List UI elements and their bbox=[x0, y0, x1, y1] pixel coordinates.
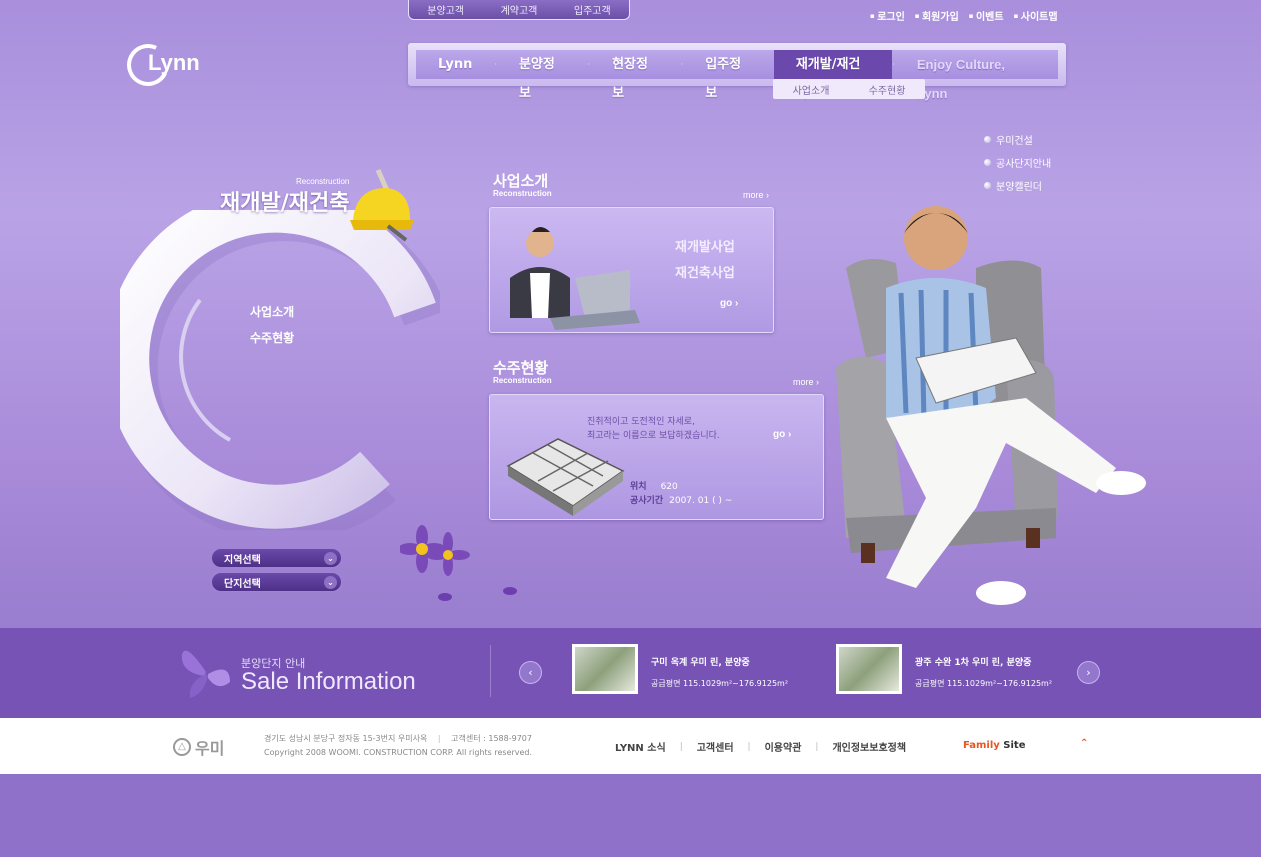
sale-thumb-2[interactable] bbox=[836, 644, 902, 694]
nav-item-sale-info[interactable]: 분양정보 bbox=[497, 50, 588, 101]
model-armchair-image bbox=[836, 206, 1146, 605]
period-label: 공사기간 bbox=[630, 496, 664, 506]
section-business-more-link[interactable]: more › bbox=[743, 190, 769, 200]
footer-brand[interactable]: △ 우미 bbox=[173, 735, 224, 759]
location-label: 위치 bbox=[630, 482, 647, 492]
section-business-subtitle: Reconstruction bbox=[493, 189, 552, 198]
family-site-label-b: Site bbox=[1003, 740, 1026, 751]
section-orders-more-link[interactable]: more › bbox=[793, 377, 819, 387]
orders-slogan-line2: 최고라는 이름으로 보답하겠습니다. bbox=[587, 431, 720, 441]
business-panel[interactable]: 재개발사업 재건축사업 go › bbox=[489, 207, 774, 333]
signup-link[interactable]: 회원가입 bbox=[915, 8, 959, 23]
footer-link-center[interactable]: 고객센터 bbox=[697, 739, 734, 754]
event-link[interactable]: 이벤트 bbox=[969, 8, 1004, 23]
footer-link-privacy[interactable]: 개인정보보호정책 bbox=[832, 739, 906, 754]
login-link[interactable]: 로그인 bbox=[870, 8, 905, 23]
footer-link-terms[interactable]: 이용약관 bbox=[765, 739, 802, 754]
chevron-up-icon[interactable]: ⌃ bbox=[1080, 738, 1088, 749]
item-reconstruction[interactable]: 재건축사업 bbox=[675, 262, 735, 281]
complex-select[interactable]: 단지선택 ⌄ bbox=[211, 572, 342, 592]
region-select[interactable]: 지역선택 ⌄ bbox=[211, 548, 342, 568]
orders-slogan-line1: 진취적이고 도전적인 자세로, bbox=[587, 417, 695, 427]
sale-thumb-1[interactable] bbox=[572, 644, 638, 694]
top-tab-sale[interactable]: 분양고객 bbox=[427, 2, 464, 17]
quick-link-woomi[interactable]: 우미건설 bbox=[984, 132, 1051, 147]
top-tab-resident[interactable]: 입주고객 bbox=[574, 2, 611, 17]
complex-select-label: 단지선택 bbox=[224, 578, 261, 590]
sitemap-link[interactable]: 사이트맵 bbox=[1014, 8, 1058, 23]
orders-panel[interactable]: 진취적이고 도전적인 자세로, 최고라는 이름으로 보답하겠습니다. go › … bbox=[489, 394, 824, 520]
sale-next-button[interactable]: › bbox=[1077, 661, 1100, 684]
nav-item-enjoy-culture[interactable]: Enjoy Culture, Lynn bbox=[895, 50, 1058, 101]
quick-link-complex[interactable]: 공사단지안내 bbox=[984, 155, 1051, 170]
sale-prev-button[interactable]: ‹ bbox=[519, 661, 542, 684]
sale-item-title: 광주 수완 1차 우미 린, 분양중 bbox=[915, 658, 1032, 668]
sale-item-2[interactable]: 광주 수완 1차 우미 린, 분양중 공급평면 115.1029m²~176.9… bbox=[915, 655, 1052, 689]
nav-item-resident-info[interactable]: 입주정보 bbox=[683, 50, 774, 101]
hero-link-orders[interactable]: 수주현황 bbox=[250, 329, 294, 346]
page-title: 재개발/재건축 bbox=[220, 191, 350, 216]
family-site-select[interactable]: Family Site bbox=[963, 740, 1025, 751]
sale-title-english: Sale Information bbox=[241, 668, 416, 695]
sub-nav: 사업소개 수주현황 bbox=[773, 79, 925, 99]
period-row: 공사기간 2007. 01 ( ) ~ bbox=[630, 493, 732, 506]
orders-slogan: 진취적이고 도전적인 자세로, 최고라는 이름으로 보답하겠습니다. bbox=[587, 415, 787, 443]
sale-item-1[interactable]: 구미 옥계 우미 린, 분양중 공급평면 115.1029m²~176.9125… bbox=[651, 655, 788, 689]
man-laptop-image bbox=[510, 227, 640, 330]
footer-address-row: 경기도 성남시 분당구 정자동 15-3번지 우미사옥 | 고객센터 : 158… bbox=[264, 734, 532, 743]
footer-copyright: Copyright 2008 WOOMI. CONSTRUCTION CORP.… bbox=[264, 748, 533, 757]
big-c-graphic bbox=[120, 210, 440, 530]
top-tab-contract[interactable]: 계약고객 bbox=[501, 2, 538, 17]
footer-brand-name: 우미 bbox=[195, 739, 225, 758]
top-tabs: 분양고객 계약고객 입주고객 bbox=[408, 0, 630, 20]
sale-divider bbox=[490, 645, 491, 697]
quick-link-calendar[interactable]: 분양캘린더 bbox=[984, 178, 1051, 193]
section-business-title: 사업소개 bbox=[493, 172, 549, 190]
nav-item-site-info[interactable]: 현장정보 bbox=[590, 50, 681, 101]
footer-customer-center: 고객센터 : 1588-9707 bbox=[451, 734, 532, 743]
sub-nav-orders[interactable]: 수주현황 bbox=[869, 82, 906, 97]
chevron-down-icon: ⌄ bbox=[324, 575, 337, 589]
nav-item-reconstruction[interactable]: 재개발/재건축 bbox=[773, 50, 893, 101]
location-row: 위치 620 bbox=[630, 479, 678, 492]
butterfly-icon bbox=[181, 650, 230, 698]
floor-plan-image bbox=[506, 438, 625, 516]
family-site-label-a: Family bbox=[963, 740, 1000, 751]
flower-icon bbox=[400, 525, 517, 601]
sale-item-detail: 공급평면 115.1029m²~176.9125m² bbox=[915, 679, 1053, 688]
bottom-background bbox=[0, 774, 1261, 857]
region-select-label: 지역선택 bbox=[224, 554, 261, 566]
section-orders-subtitle: Reconstruction bbox=[493, 376, 552, 385]
main-nav: Lynn · 분양정보 · 현장정보 · 입주정보 재개발/재건축 · Enjo… bbox=[408, 43, 1066, 101]
woomi-logo-icon: △ bbox=[173, 738, 191, 756]
section-orders-title: 수주현황 bbox=[493, 359, 549, 377]
orders-go-link[interactable]: go › bbox=[773, 429, 791, 440]
quick-links: 우미건설 공사단지안내 분양캘린더 bbox=[984, 132, 1051, 201]
logo[interactable]: Lynn bbox=[148, 50, 200, 76]
footer-link-news[interactable]: LYNN 소식 bbox=[615, 739, 666, 754]
footer-address: 경기도 성남시 분당구 정자동 15-3번지 우미사옥 bbox=[264, 734, 428, 743]
nav-item-lynn[interactable]: Lynn bbox=[416, 50, 494, 79]
hero-link-business[interactable]: 사업소개 bbox=[250, 303, 294, 320]
sale-item-title: 구미 옥계 우미 린, 분양중 bbox=[651, 658, 750, 668]
hard-hat-icon bbox=[350, 168, 414, 242]
business-go-link[interactable]: go › bbox=[720, 298, 738, 309]
utility-links: 로그인 회원가입 이벤트 사이트맵 bbox=[870, 8, 1058, 23]
sub-nav-business[interactable]: 사업소개 bbox=[793, 82, 830, 97]
item-redevelopment[interactable]: 재개발사업 bbox=[675, 236, 735, 255]
footer-links: LYNN 소식 | 고객센터 | 이용약관 | 개인정보보호정책 bbox=[615, 739, 906, 755]
period-value: 2007. 01 ( ) ~ bbox=[669, 496, 733, 506]
location-value: 620 bbox=[660, 482, 678, 492]
sale-item-detail: 공급평면 115.1029m²~176.9125m² bbox=[651, 679, 789, 688]
hero-links: 사업소개 수주현황 bbox=[250, 303, 294, 355]
chevron-down-icon: ⌄ bbox=[324, 551, 337, 565]
